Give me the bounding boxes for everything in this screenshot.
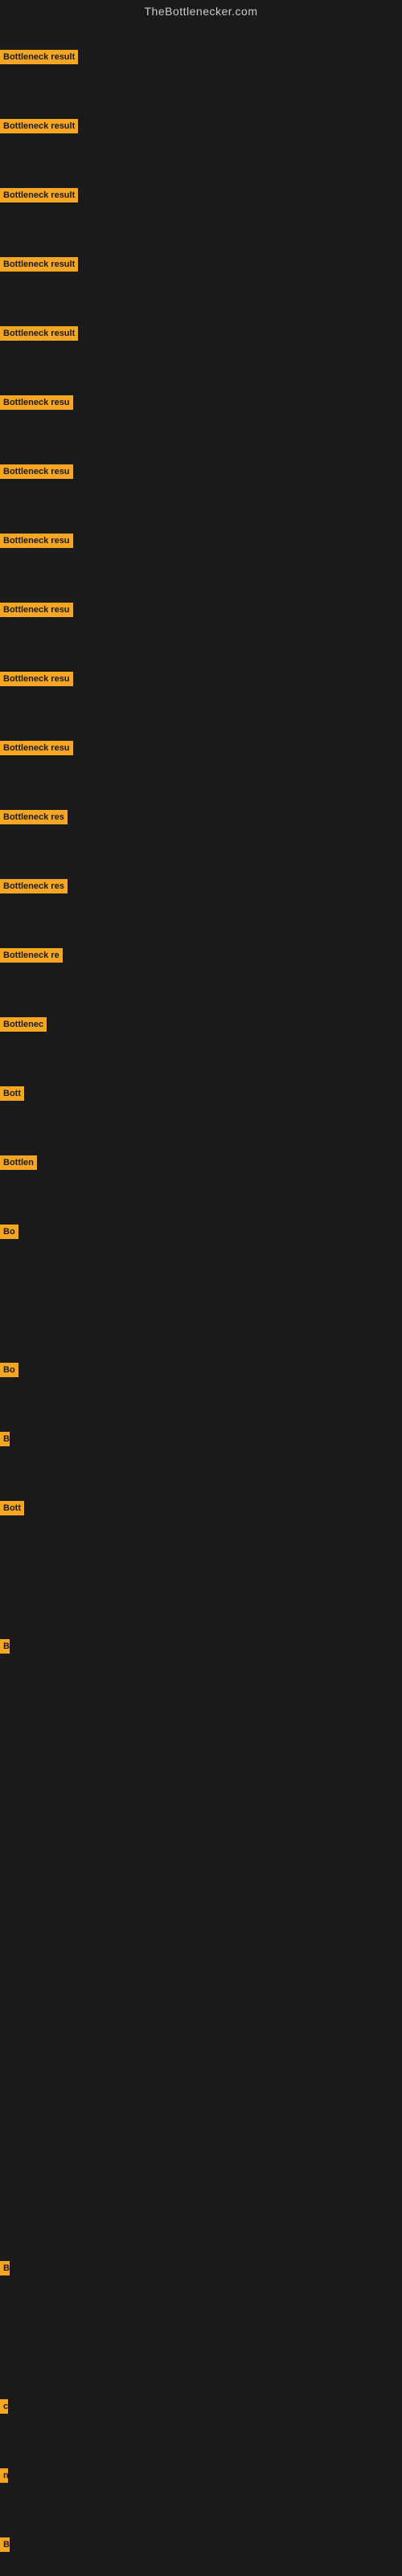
- bottleneck-badge-16: Bott: [0, 1086, 24, 1101]
- bottleneck-badge-24: B: [0, 1639, 10, 1654]
- bottleneck-badge-7: Bottleneck resu: [0, 464, 73, 479]
- bottleneck-row-11: Bottleneck resu: [0, 741, 73, 755]
- bottleneck-badge-14: Bottleneck re: [0, 948, 63, 963]
- bottleneck-row-35: c: [0, 2399, 8, 2414]
- bottleneck-row-9: Bottleneck resu: [0, 603, 73, 617]
- bottleneck-row-20: Bo: [0, 1363, 18, 1377]
- rows-container: Bottleneck result Bottleneck result Bottle…: [0, 21, 402, 2576]
- bottleneck-badge-17: Bottlen: [0, 1155, 37, 1170]
- bottleneck-badge-3: Bottleneck result: [0, 188, 78, 202]
- bottleneck-badge-4: Bottleneck result: [0, 257, 78, 272]
- bottleneck-badge-21: B: [0, 1432, 10, 1446]
- bottleneck-row-17: Bottlen: [0, 1155, 37, 1170]
- bottleneck-row-37: B: [0, 2537, 10, 2552]
- bottleneck-badge-18: Bo: [0, 1225, 18, 1239]
- bottleneck-row-2: Bottleneck result: [0, 119, 78, 133]
- bottleneck-row-7: Bottleneck resu: [0, 464, 73, 479]
- bottleneck-row-18: Bo: [0, 1225, 18, 1239]
- bottleneck-badge-11: Bottleneck resu: [0, 741, 73, 755]
- bottleneck-row-12: Bottleneck res: [0, 810, 68, 824]
- bottleneck-badge-12: Bottleneck res: [0, 810, 68, 824]
- bottleneck-row-36: n: [0, 2468, 8, 2483]
- bottleneck-row-8: Bottleneck resu: [0, 534, 73, 548]
- bottleneck-row-4: Bottleneck result: [0, 257, 78, 272]
- bottleneck-row-22: Bott: [0, 1501, 24, 1515]
- bottleneck-row-16: Bott: [0, 1086, 24, 1101]
- bottleneck-row-14: Bottleneck re: [0, 948, 63, 963]
- bottleneck-badge-37: B: [0, 2537, 10, 2552]
- bottleneck-badge-33: B: [0, 2261, 10, 2275]
- bottleneck-row-13: Bottleneck res: [0, 879, 68, 893]
- bottleneck-badge-22: Bott: [0, 1501, 24, 1515]
- bottleneck-badge-5: Bottleneck result: [0, 326, 78, 341]
- bottleneck-row-6: Bottleneck resu: [0, 395, 73, 410]
- bottleneck-row-10: Bottleneck resu: [0, 672, 73, 686]
- bottleneck-badge-9: Bottleneck resu: [0, 603, 73, 617]
- bottleneck-badge-10: Bottleneck resu: [0, 672, 73, 686]
- bottleneck-badge-20: Bo: [0, 1363, 18, 1377]
- bottleneck-row-24: B: [0, 1639, 10, 1654]
- bottleneck-row-15: Bottlenec: [0, 1017, 47, 1032]
- bottleneck-badge-36: n: [0, 2468, 8, 2483]
- page-wrapper: TheBottlenecker.com Bottleneck resultBot…: [0, 0, 402, 2576]
- bottleneck-badge-35: c: [0, 2399, 8, 2414]
- bottleneck-badge-2: Bottleneck result: [0, 119, 78, 133]
- bottleneck-row-5: Bottleneck result: [0, 326, 78, 341]
- bottleneck-badge-6: Bottleneck resu: [0, 395, 73, 410]
- bottleneck-badge-15: Bottlenec: [0, 1017, 47, 1032]
- bottleneck-row-1: Bottleneck result: [0, 50, 78, 64]
- site-title: TheBottlenecker.com: [0, 0, 402, 21]
- bottleneck-row-3: Bottleneck result: [0, 188, 78, 202]
- bottleneck-badge-1: Bottleneck result: [0, 50, 78, 64]
- bottleneck-badge-8: Bottleneck resu: [0, 534, 73, 548]
- bottleneck-badge-13: Bottleneck res: [0, 879, 68, 893]
- bottleneck-row-33: B: [0, 2261, 10, 2275]
- bottleneck-row-21: B: [0, 1432, 10, 1446]
